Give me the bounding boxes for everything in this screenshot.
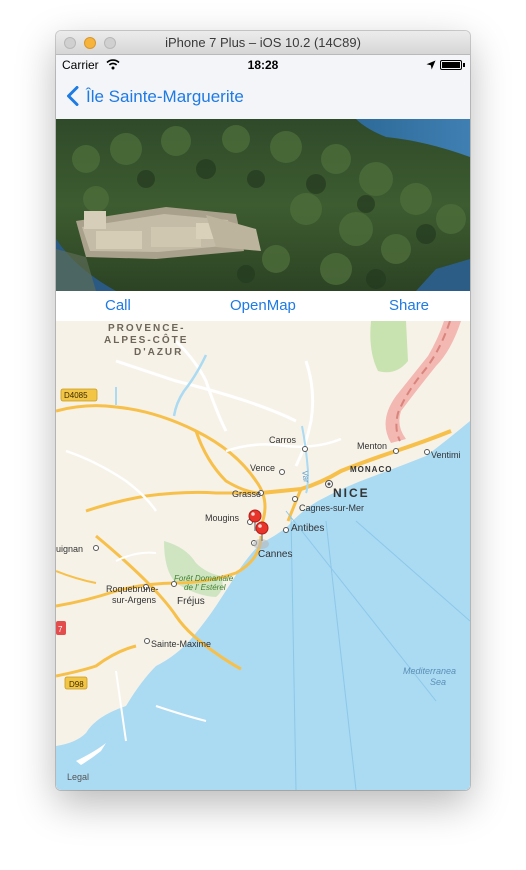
region-label: D'AZUR bbox=[134, 347, 183, 358]
region-label: ALPES-CÔTE bbox=[104, 333, 188, 346]
share-button[interactable]: Share bbox=[389, 297, 429, 314]
city-label-cannes: Cannes bbox=[258, 549, 292, 560]
status-time: 18:28 bbox=[247, 58, 279, 72]
city-label-vence: Vence bbox=[250, 463, 275, 473]
city-label-ventimiglia: Ventimi bbox=[431, 450, 461, 460]
device-screen: Carrier 18:28 Île Sainte-Marguerite Call… bbox=[56, 55, 470, 790]
city-dot-menton bbox=[393, 448, 399, 454]
back-button-label: Île Sainte-Marguerite bbox=[86, 87, 244, 106]
city-dot-ventimiglia bbox=[424, 449, 430, 455]
navigation-bar: Carrier 18:28 Île Sainte-Marguerite bbox=[56, 55, 470, 119]
city-label-roquebrune-1: Roquebrune- bbox=[106, 584, 159, 594]
city-label-carros: Carros bbox=[269, 435, 297, 445]
city-label-draguignan: uignan bbox=[56, 544, 83, 554]
window-titlebar: iPhone 7 Plus – iOS 10.2 (14C89) bbox=[56, 31, 470, 55]
forest-label-2: de l' Estérel bbox=[184, 583, 226, 592]
city-label-grasse: Grasse bbox=[232, 489, 261, 499]
island-photo bbox=[56, 119, 470, 291]
city-label-menton: Menton bbox=[357, 441, 387, 451]
region-label: PROVENCE- bbox=[108, 323, 185, 334]
city-dot-sainte-maxime bbox=[144, 638, 150, 644]
forest-label-1: Forêt Domaniale bbox=[174, 574, 234, 583]
city-label-nice: NICE bbox=[333, 486, 370, 500]
simulator-window: iPhone 7 Plus – iOS 10.2 (14C89) Carrier… bbox=[56, 31, 470, 790]
city-label-mougins: Mougins bbox=[205, 513, 240, 523]
city-dot-cagnes bbox=[292, 496, 298, 502]
city-dot-antibes bbox=[283, 527, 289, 533]
road-label-d4085: D4085 bbox=[64, 391, 88, 400]
battery-tip bbox=[463, 63, 465, 67]
city-label-frejus: Fréjus bbox=[177, 596, 205, 607]
road-label-7: 7 bbox=[58, 625, 63, 634]
road-label-d98: D98 bbox=[69, 680, 84, 689]
status-bar: Carrier 18:28 bbox=[56, 55, 470, 75]
city-dot-draguignan bbox=[93, 545, 99, 551]
city-label-monaco: MONACO bbox=[350, 465, 392, 474]
sea-label-1: Mediterranea bbox=[403, 666, 456, 676]
open-map-button[interactable]: OpenMap bbox=[230, 297, 296, 314]
back-chevron-icon bbox=[67, 86, 79, 106]
map-view[interactable]: PROVENCE- ALPES-CÔTE D'AZUR D4085 D98 7 … bbox=[56, 321, 470, 790]
city-label-roquebrune-2: sur-Argens bbox=[112, 595, 157, 605]
map-pin-icon[interactable] bbox=[255, 521, 269, 535]
map-pin-icon[interactable] bbox=[248, 509, 262, 523]
window-title: iPhone 7 Plus – iOS 10.2 (14C89) bbox=[165, 35, 361, 50]
city-dot-carros bbox=[302, 446, 308, 452]
location-arrow-icon bbox=[426, 60, 436, 70]
city-label-sainte-maxime: Sainte-Maxime bbox=[151, 639, 211, 649]
call-button[interactable]: Call bbox=[105, 297, 131, 314]
battery-icon bbox=[440, 60, 462, 70]
city-label-cagnes: Cagnes-sur-Mer bbox=[299, 503, 364, 513]
city-dot-vence bbox=[279, 469, 285, 475]
legal-link[interactable]: Legal bbox=[67, 772, 89, 782]
sea-label-2: Sea bbox=[430, 677, 446, 687]
action-bar: Call OpenMap Share bbox=[56, 291, 470, 321]
city-label-antibes: Antibes bbox=[291, 523, 324, 534]
